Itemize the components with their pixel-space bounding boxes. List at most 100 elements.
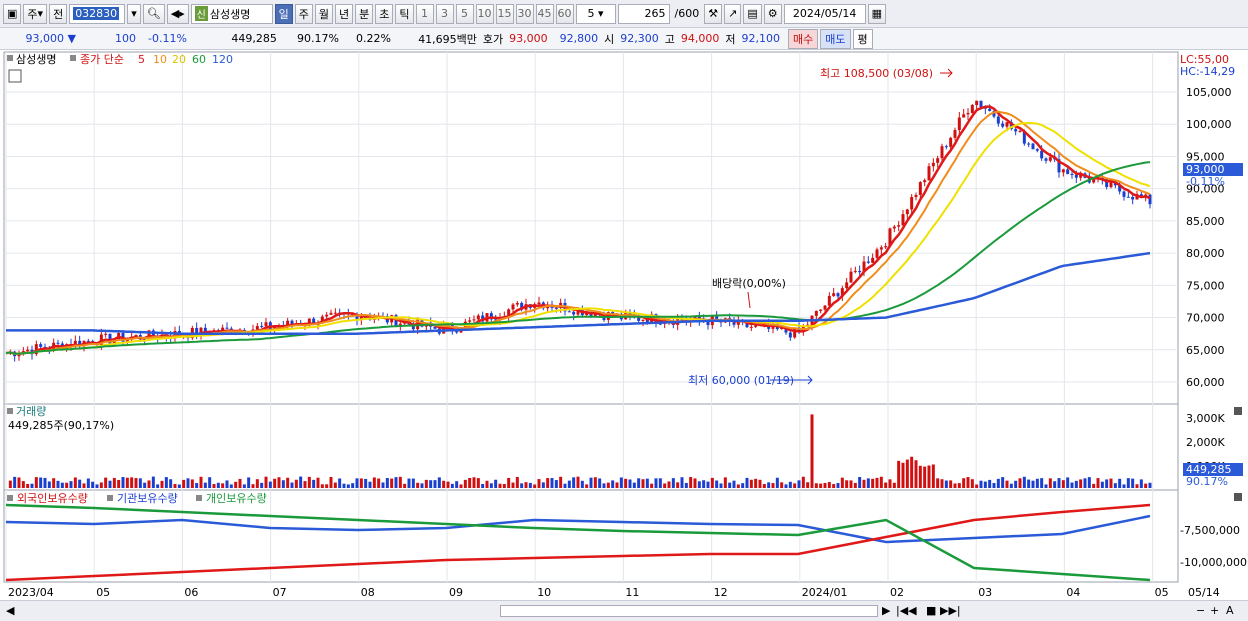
candle-body — [1018, 130, 1022, 132]
volume-bar — [918, 465, 922, 488]
volume-bar — [736, 484, 740, 488]
volume-panel-title[interactable]: 거래량 — [16, 405, 46, 418]
period-type-select[interactable]: 주 ▾ — [23, 3, 48, 24]
date-input[interactable]: 2024/05/14 — [783, 3, 866, 24]
interval-select[interactable]: 5 ▾ — [575, 3, 616, 24]
institution-label[interactable]: 기관보유수량 — [117, 492, 178, 505]
buy-button[interactable]: 매수 — [788, 28, 819, 49]
display-total: /600 — [674, 7, 700, 20]
ma-label[interactable]: 종가 단순 — [80, 53, 124, 66]
new-badge: 신 — [194, 6, 208, 21]
volume-bar — [190, 479, 194, 488]
volume-bar — [160, 480, 164, 488]
tab-year[interactable]: 년 — [335, 3, 354, 24]
volume-bar — [563, 483, 567, 488]
individual-label[interactable]: 개인보유수량 — [206, 492, 267, 505]
tab-second[interactable]: 초 — [375, 3, 394, 24]
tab-month[interactable]: 월 — [314, 3, 334, 24]
volume-bar — [333, 482, 337, 488]
volume-bar — [667, 481, 671, 488]
volume-bar — [849, 480, 853, 488]
candle-body — [572, 311, 576, 315]
volume-bar — [762, 484, 766, 488]
minute-15[interactable]: 15 — [495, 3, 514, 24]
ma5-label: 5 — [138, 53, 145, 66]
scroll-thumb[interactable] — [500, 605, 878, 617]
close-panel-icon[interactable] — [1234, 407, 1242, 415]
save-icon[interactable]: ▤ — [743, 3, 762, 24]
volume-bar — [537, 479, 541, 488]
draw-tool-icon[interactable]: ↗ — [724, 3, 742, 24]
sell-button[interactable]: 매도 — [820, 28, 851, 49]
volume-bar — [983, 481, 987, 488]
volume-bar — [1040, 478, 1044, 488]
search-icon[interactable]: 🔍︎ — [142, 3, 165, 24]
minute-3[interactable]: 3 — [435, 3, 454, 24]
x-tick-label: 11 — [625, 586, 639, 599]
zoom-in-icon[interactable]: + — [1210, 604, 1219, 617]
volume-bar — [992, 483, 996, 488]
auto-scale-icon[interactable]: A — [1226, 604, 1234, 617]
minute-30[interactable]: 30 — [515, 3, 534, 24]
tab-day[interactable]: 일 — [274, 3, 293, 24]
volume-tick-label: 2,000K — [1186, 436, 1225, 449]
minute-10[interactable]: 10 — [475, 3, 494, 24]
volume-bar — [151, 476, 155, 488]
calculator-icon[interactable] — [8, 69, 22, 83]
volume-bar — [468, 477, 472, 488]
volume-bar — [260, 482, 264, 488]
volume-pct-tag: 90.17% — [1186, 475, 1228, 488]
tab-tick[interactable]: 틱 — [395, 3, 414, 24]
candle-body — [1074, 174, 1078, 178]
settings-gear-icon[interactable]: ⚙ — [763, 3, 782, 24]
volume-bar — [1005, 480, 1009, 488]
candle-body — [1122, 191, 1126, 197]
last-icon[interactable]: ▶▶| — [940, 604, 961, 617]
foreign-label[interactable]: 외국인보유수량 — [17, 492, 88, 505]
sound-icon[interactable]: ◀▸ — [166, 3, 189, 24]
dropdown-icon[interactable]: ▾ — [127, 3, 141, 24]
stock-chart[interactable]: 105,000100,00095,00090,00085,00080,00075… — [0, 50, 1248, 600]
scroll-right-icon[interactable]: ▶ — [882, 604, 890, 617]
candle-body — [832, 293, 836, 296]
volume-bar — [52, 478, 56, 488]
volume-bar — [524, 482, 528, 488]
indicator-icon[interactable]: ⚒ — [704, 3, 723, 24]
stock-code-input[interactable]: 032830 — [69, 3, 126, 24]
first-icon[interactable]: |◀◀ — [896, 604, 917, 617]
price-tick-label: 85,000 — [1186, 215, 1225, 228]
volume-bar — [559, 476, 563, 488]
candle-body — [1014, 129, 1018, 132]
zoom-out-icon[interactable]: − — [1196, 604, 1205, 617]
minute-5[interactable]: 5 — [455, 3, 474, 24]
tab-minute[interactable]: 분 — [355, 3, 374, 24]
volume-bar — [1057, 478, 1061, 488]
volume-bar — [970, 479, 974, 488]
volume-bar — [593, 477, 597, 488]
chart-menu-icon[interactable]: ▣ — [3, 3, 22, 24]
volume-bar — [632, 482, 636, 488]
close-panel-icon[interactable] — [1234, 493, 1242, 501]
scroll-left-icon[interactable]: ◀ — [6, 604, 14, 617]
volume-bar — [1061, 480, 1065, 488]
display-count-input[interactable]: 265 — [617, 3, 670, 24]
minute-1[interactable]: 1 — [415, 3, 434, 24]
volume-bar — [693, 478, 697, 488]
minute-45[interactable]: 45 — [535, 3, 554, 24]
prev-button[interactable]: 전 — [49, 3, 68, 24]
tab-week[interactable]: 주 — [294, 3, 313, 24]
period-type-value: 주 — [27, 7, 38, 21]
volume-bar — [8, 480, 12, 488]
volume-bar — [446, 481, 450, 488]
candle-body — [1001, 123, 1005, 127]
volume-bar — [65, 482, 69, 488]
chart-scrollbar[interactable]: ◀ ▶ |◀◀ ■ ▶▶| − + A — [0, 600, 1248, 621]
stock-name-field[interactable]: 신 삼성생명 — [190, 3, 273, 24]
price-panel-title[interactable]: 삼성생명 — [16, 53, 56, 66]
eval-button[interactable]: 평 — [852, 28, 873, 49]
stop-icon[interactable]: ■ — [926, 604, 936, 617]
minute-60[interactable]: 60 — [555, 3, 574, 24]
calendar-icon[interactable]: ▦ — [867, 3, 887, 24]
x-tick-label: 2024/01 — [802, 586, 848, 599]
volume-bar — [459, 484, 463, 488]
